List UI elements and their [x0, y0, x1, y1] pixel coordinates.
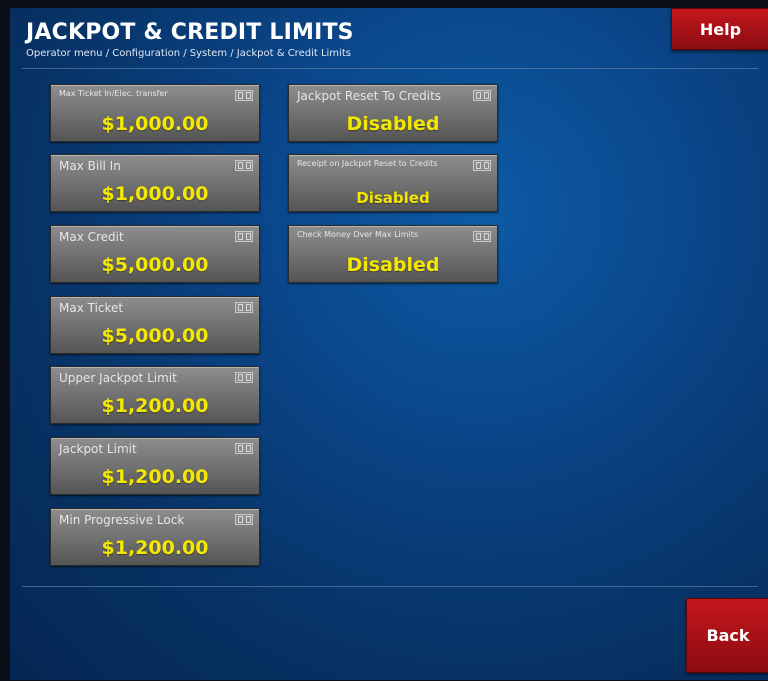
setting-label: Jackpot Limit: [59, 442, 137, 456]
setting-value: $1,200.00: [101, 466, 209, 488]
setting-label: Min Progressive Lock: [59, 513, 185, 527]
setting-upper-jackpot-limit-button[interactable]: Upper Jackpot Limit $1,200.00: [50, 366, 260, 424]
setting-value: $1,000.00: [101, 113, 209, 135]
setting-label: Max Ticket In/Elec. transfer: [59, 89, 168, 98]
page-title: JACKPOT & CREDIT LIMITS: [26, 20, 354, 45]
setting-label: Jackpot Reset To Credits: [297, 89, 442, 103]
setting-value: $1,000.00: [101, 183, 209, 205]
keypad-icon: [235, 372, 253, 383]
keypad-icon: [473, 231, 491, 242]
help-button[interactable]: Help: [671, 8, 768, 50]
screen: JACKPOT & CREDIT LIMITS Operator menu / …: [10, 8, 768, 680]
keypad-icon: [235, 160, 253, 171]
setting-max-credit-button[interactable]: Max Credit $5,000.00: [50, 225, 260, 283]
setting-label: Max Bill In: [59, 159, 121, 173]
setting-max-ticket-button[interactable]: Max Ticket $5,000.00: [50, 296, 260, 354]
setting-value: Disabled: [346, 254, 440, 276]
setting-receipt-on-jackpot-reset-button[interactable]: Receipt on Jackpot Reset to Credits Disa…: [288, 154, 498, 212]
setting-jackpot-limit-button[interactable]: Jackpot Limit $1,200.00: [50, 437, 260, 495]
keypad-icon: [473, 90, 491, 101]
setting-min-progressive-lock-button[interactable]: Min Progressive Lock $1,200.00: [50, 508, 260, 566]
keypad-icon: [235, 231, 253, 242]
setting-label: Upper Jackpot Limit: [59, 371, 177, 385]
setting-value: $1,200.00: [101, 537, 209, 559]
setting-value: Disabled: [356, 189, 430, 207]
setting-max-bill-in-button[interactable]: Max Bill In $1,000.00: [50, 154, 260, 212]
setting-value: $5,000.00: [101, 325, 209, 347]
keypad-icon: [473, 160, 491, 171]
setting-value: $1,200.00: [101, 395, 209, 417]
footer-divider: [22, 586, 758, 587]
setting-check-money-over-max-limits-button[interactable]: Check Money Over Max Limits Disabled: [288, 225, 498, 283]
setting-jackpot-reset-to-credits-button[interactable]: Jackpot Reset To Credits Disabled: [288, 84, 498, 142]
setting-label: Max Ticket: [59, 301, 124, 315]
header-divider: [22, 68, 758, 69]
keypad-icon: [235, 302, 253, 313]
back-button[interactable]: Back: [686, 598, 768, 673]
setting-value: Disabled: [346, 113, 440, 135]
keypad-icon: [235, 90, 253, 101]
setting-label: Max Credit: [59, 230, 124, 244]
breadcrumb: Operator menu / Configuration / System /…: [26, 48, 351, 59]
setting-max-ticket-in-button[interactable]: Max Ticket In/Elec. transfer $1,000.00: [50, 84, 260, 142]
setting-value: $5,000.00: [101, 254, 209, 276]
keypad-icon: [235, 514, 253, 525]
setting-label: Check Money Over Max Limits: [297, 230, 419, 239]
keypad-icon: [235, 443, 253, 454]
setting-label: Receipt on Jackpot Reset to Credits: [297, 159, 438, 168]
